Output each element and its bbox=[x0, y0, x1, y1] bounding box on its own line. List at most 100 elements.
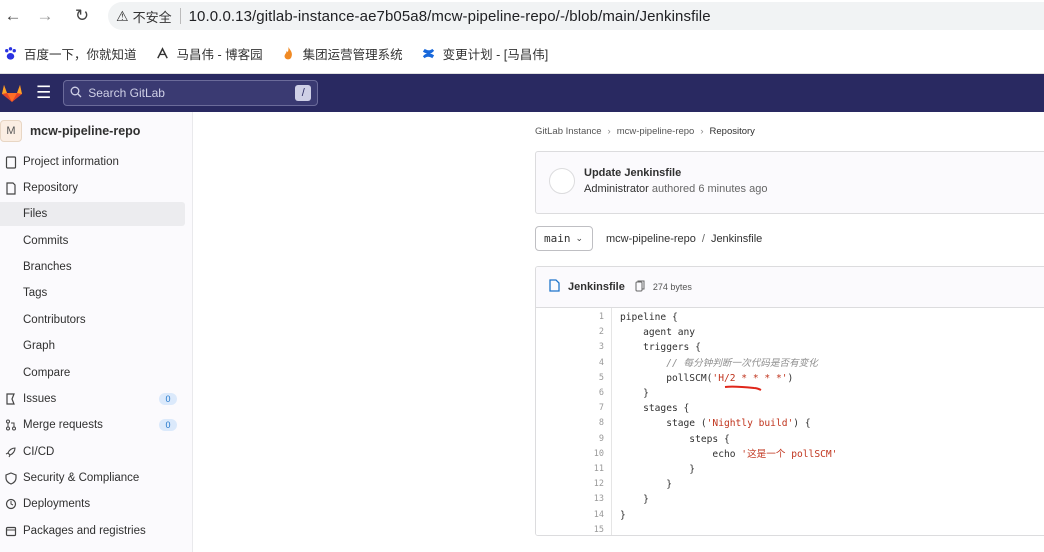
line-number[interactable]: 11 bbox=[594, 462, 604, 477]
warning-icon: ⚠ bbox=[116, 7, 129, 24]
code-line: steps { bbox=[620, 433, 730, 445]
file-icon bbox=[549, 279, 560, 295]
security-indicator[interactable]: ⚠ 不安全 bbox=[116, 7, 172, 26]
bookmarks-bar: 百度一下，你就知道 马昌伟 - 博客园 集团运营管理系统 变更计划 - [马昌伟… bbox=[0, 33, 1044, 74]
sidebar-item-branches[interactable]: Branches bbox=[0, 255, 185, 279]
line-number[interactable]: 14 bbox=[594, 508, 604, 523]
browser-toolbar: ← → ↻ ⚠ 不安全 10.0.0.13/gitlab-instance-ae… bbox=[0, 0, 1044, 33]
line-number[interactable]: 12 bbox=[594, 477, 604, 492]
sidebar-item-contributors[interactable]: Contributors bbox=[0, 308, 185, 332]
code-line: } bbox=[620, 494, 649, 506]
breadcrumb-item[interactable]: Repository bbox=[710, 126, 755, 137]
sidebar-item-project-information[interactable]: Project information bbox=[0, 150, 185, 174]
address-bar[interactable]: ⚠ 不安全 10.0.0.13/gitlab-instance-ae7b05a8… bbox=[108, 2, 1044, 30]
path-file: Jenkinsfile bbox=[710, 233, 763, 245]
commit-meta: Administrator authored 6 minutes ago bbox=[584, 183, 768, 195]
forward-icon[interactable]: → bbox=[32, 3, 58, 29]
line-number[interactable]: 3 bbox=[599, 340, 604, 355]
file-path: mcw-pipeline-repo / Jenkinsfile bbox=[606, 233, 763, 245]
back-icon[interactable]: ← bbox=[0, 3, 26, 29]
blog-icon bbox=[155, 45, 171, 61]
code-line: } bbox=[620, 509, 626, 521]
deploy-icon bbox=[3, 498, 19, 510]
code-line: } bbox=[620, 464, 696, 475]
line-number[interactable]: 10 bbox=[594, 447, 604, 462]
file-header: Jenkinsfile 274 bytes bbox=[536, 267, 1044, 308]
paw-icon bbox=[2, 45, 18, 61]
line-number[interactable]: 4 bbox=[599, 356, 604, 371]
file-size: 274 bytes bbox=[652, 282, 692, 292]
code-line: // 每分钟判断一次代码是否有变化 bbox=[620, 357, 818, 369]
breadcrumb-item[interactable]: GitLab Instance bbox=[535, 126, 602, 137]
sidebar-item-repository[interactable]: Repository bbox=[0, 176, 185, 200]
issues-icon bbox=[3, 393, 19, 405]
avatar[interactable] bbox=[549, 168, 575, 194]
line-number[interactable]: 8 bbox=[599, 416, 604, 431]
bookmark-item[interactable]: 集团运营管理系统 bbox=[281, 44, 403, 63]
sidebar-item-security-compliance[interactable]: Security & Compliance bbox=[0, 466, 185, 490]
package-icon bbox=[3, 525, 19, 537]
line-number-gutter: 1 2 3 4 5 6 7 8 9 10 11 12 13 14 15 bbox=[536, 308, 612, 535]
bookmark-item[interactable]: 马昌伟 - 博客园 bbox=[155, 44, 263, 63]
sidebar-item-issues[interactable]: Issues 0 bbox=[0, 387, 185, 411]
code-line: stages { bbox=[620, 403, 690, 415]
code-line: } bbox=[620, 388, 649, 399]
line-number[interactable]: 6 bbox=[599, 386, 604, 401]
merge-requests-count-badge: 0 bbox=[159, 419, 177, 431]
code-line: pollSCM('H/2 * * * *') bbox=[620, 372, 794, 384]
commit-author[interactable]: Administrator bbox=[584, 183, 649, 195]
line-number[interactable]: 1 bbox=[599, 310, 604, 325]
sidebar-item-compare[interactable]: Compare bbox=[0, 361, 185, 385]
gitlab-logo-icon[interactable] bbox=[0, 81, 24, 105]
commit-title[interactable]: Update Jenkinsfile bbox=[584, 167, 681, 179]
sidebar-item-deployments[interactable]: Deployments bbox=[0, 492, 185, 516]
code-line: pipeline { bbox=[620, 312, 678, 323]
search-icon bbox=[70, 86, 82, 101]
last-commit-panel: Update Jenkinsfile Administrator authore… bbox=[535, 151, 1044, 214]
copy-icon[interactable] bbox=[635, 280, 645, 295]
sidebar-item-merge-requests[interactable]: Merge requests 0 bbox=[0, 413, 185, 437]
file-name: Jenkinsfile bbox=[568, 281, 625, 293]
rocket-icon bbox=[3, 446, 19, 458]
code-line: echo '这是一个 pollSCM' bbox=[620, 448, 838, 460]
project-sidebar: M mcw-pipeline-repo Project information … bbox=[0, 112, 193, 552]
line-number[interactable]: 9 bbox=[599, 432, 604, 447]
gitlab-top-nav: ☰ Search GitLab / bbox=[0, 74, 1044, 112]
red-underline-annotation bbox=[724, 385, 762, 391]
line-number[interactable]: 15 bbox=[594, 523, 604, 535]
sidebar-item-commits[interactable]: Commits bbox=[0, 229, 185, 253]
sidebar-item-files[interactable]: Files bbox=[0, 202, 185, 226]
confluence-icon bbox=[421, 45, 437, 61]
url-text: 10.0.0.13/gitlab-instance-ae7b05a8/mcw-p… bbox=[188, 7, 711, 25]
search-input[interactable]: Search GitLab / bbox=[63, 80, 319, 106]
code-line: agent any bbox=[620, 327, 696, 339]
sidebar-item-cicd[interactable]: CI/CD bbox=[0, 440, 185, 464]
project-name: mcw-pipeline-repo bbox=[30, 124, 141, 138]
code-line: stage ('Nightly build') { bbox=[620, 418, 811, 430]
bookmark-item[interactable]: 百度一下，你就知道 bbox=[2, 44, 137, 63]
chevron-right-icon: › bbox=[700, 126, 704, 137]
chevron-down-icon: ⌄ bbox=[575, 233, 584, 244]
code-line: } bbox=[620, 479, 672, 491]
breadcrumb-item[interactable]: mcw-pipeline-repo bbox=[617, 126, 695, 137]
file-viewer: Jenkinsfile 274 bytes 1 2 3 4 5 6 7 8 9 10 11 12 13 1… bbox=[535, 266, 1044, 536]
sidebar-item-packages-registries[interactable]: Packages and registries bbox=[0, 519, 185, 543]
sidebar-project-header[interactable]: M mcw-pipeline-repo bbox=[0, 114, 140, 148]
path-repo-link[interactable]: mcw-pipeline-repo bbox=[606, 233, 696, 245]
info-icon bbox=[3, 155, 19, 169]
merge-icon bbox=[3, 419, 19, 431]
line-number[interactable]: 13 bbox=[594, 492, 604, 507]
menu-icon[interactable]: ☰ bbox=[36, 83, 51, 103]
sidebar-item-tags[interactable]: Tags bbox=[0, 281, 185, 305]
avatar: M bbox=[0, 120, 22, 142]
code-line: triggers { bbox=[620, 342, 701, 354]
reload-icon[interactable]: ↻ bbox=[69, 3, 95, 29]
bookmark-item[interactable]: 变更计划 - [马昌伟] bbox=[421, 44, 548, 63]
flame-icon bbox=[281, 45, 297, 61]
sidebar-item-graph[interactable]: Graph bbox=[0, 334, 185, 358]
line-number[interactable]: 2 bbox=[599, 325, 604, 340]
line-number[interactable]: 7 bbox=[599, 401, 604, 416]
chevron-right-icon: › bbox=[607, 126, 611, 137]
branch-selector[interactable]: main ⌄ bbox=[535, 226, 593, 251]
line-number[interactable]: 5 bbox=[599, 371, 604, 386]
